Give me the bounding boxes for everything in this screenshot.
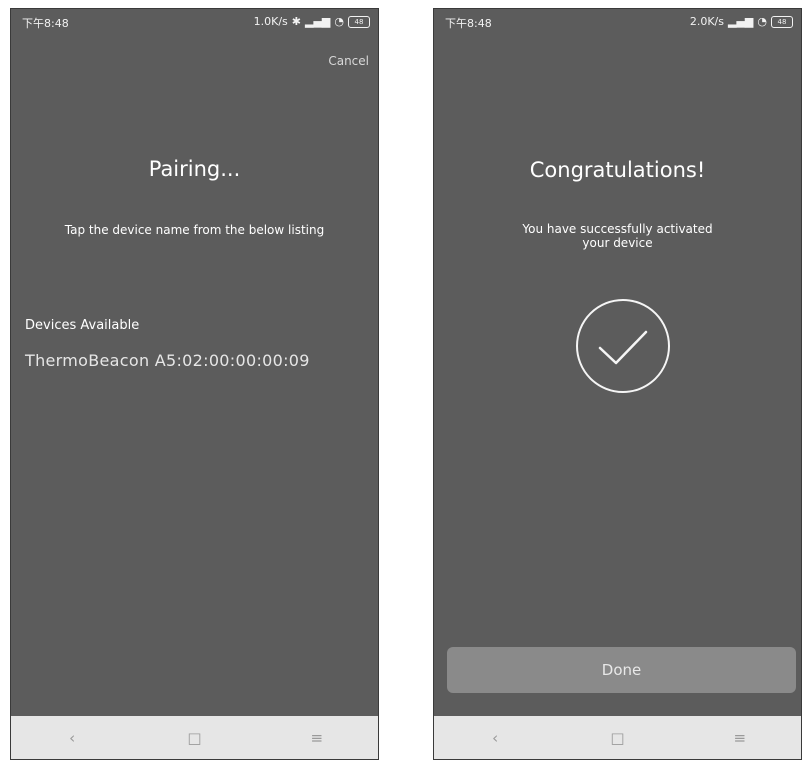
home-icon[interactable]: □: [597, 729, 637, 747]
signal-icon: ▂▄▆: [728, 15, 754, 28]
back-icon[interactable]: ‹: [52, 729, 92, 747]
battery-level: 48: [354, 17, 364, 26]
menu-icon[interactable]: ≡: [720, 729, 760, 747]
pairing-screen: 下午8:48 1.0K/s ✱ ▂▄▆ ◔ 48 Cancel Pairing.…: [10, 8, 379, 760]
done-button[interactable]: Done: [447, 647, 796, 693]
network-speed: 2.0K/s: [689, 15, 724, 28]
status-time: 下午8:48: [22, 17, 69, 30]
wifi-icon: ◔: [757, 15, 767, 28]
checkmark-icon: [576, 299, 670, 393]
status-icons: 2.0K/s ▂▄▆ ◔ 48: [690, 15, 793, 28]
signal-icon: ▂▄▆: [305, 15, 331, 28]
pairing-instructions: Tap the device name from the below listi…: [64, 223, 325, 237]
navigation-bar: ‹ □ ≡: [434, 716, 801, 759]
success-message-line2: your device: [582, 236, 653, 250]
home-icon[interactable]: □: [174, 729, 214, 747]
devices-available-label: Devices Available: [25, 318, 140, 333]
battery-level: 48: [777, 17, 787, 26]
battery-icon: 48: [771, 15, 793, 28]
navigation-bar: ‹ □ ≡: [11, 716, 378, 759]
bluetooth-icon: ✱: [291, 15, 301, 28]
success-message: You have successfully activated your dev…: [454, 222, 781, 250]
battery-icon: 48: [348, 15, 370, 28]
page-title: Congratulations!: [529, 158, 706, 182]
menu-icon[interactable]: ≡: [297, 729, 337, 747]
back-icon[interactable]: ‹: [475, 729, 515, 747]
success-screen: 下午8:48 2.0K/s ▂▄▆ ◔ 48 Congratulations! …: [433, 8, 802, 760]
cancel-button[interactable]: Cancel: [328, 54, 369, 68]
status-bar: 下午8:48 2.0K/s ▂▄▆ ◔ 48: [434, 9, 801, 35]
status-time: 下午8:48: [445, 17, 492, 30]
device-list-item[interactable]: ThermoBeacon A5:02:00:00:00:09: [25, 351, 310, 370]
wifi-icon: ◔: [334, 15, 344, 28]
network-speed: 1.0K/s: [253, 15, 288, 28]
page-title: Pairing...: [148, 157, 241, 181]
status-bar: 下午8:48 1.0K/s ✱ ▂▄▆ ◔ 48: [11, 9, 378, 35]
status-icons: 1.0K/s ✱ ▂▄▆ ◔ 48: [254, 15, 370, 28]
success-message-line1: You have successfully activated: [522, 222, 713, 236]
